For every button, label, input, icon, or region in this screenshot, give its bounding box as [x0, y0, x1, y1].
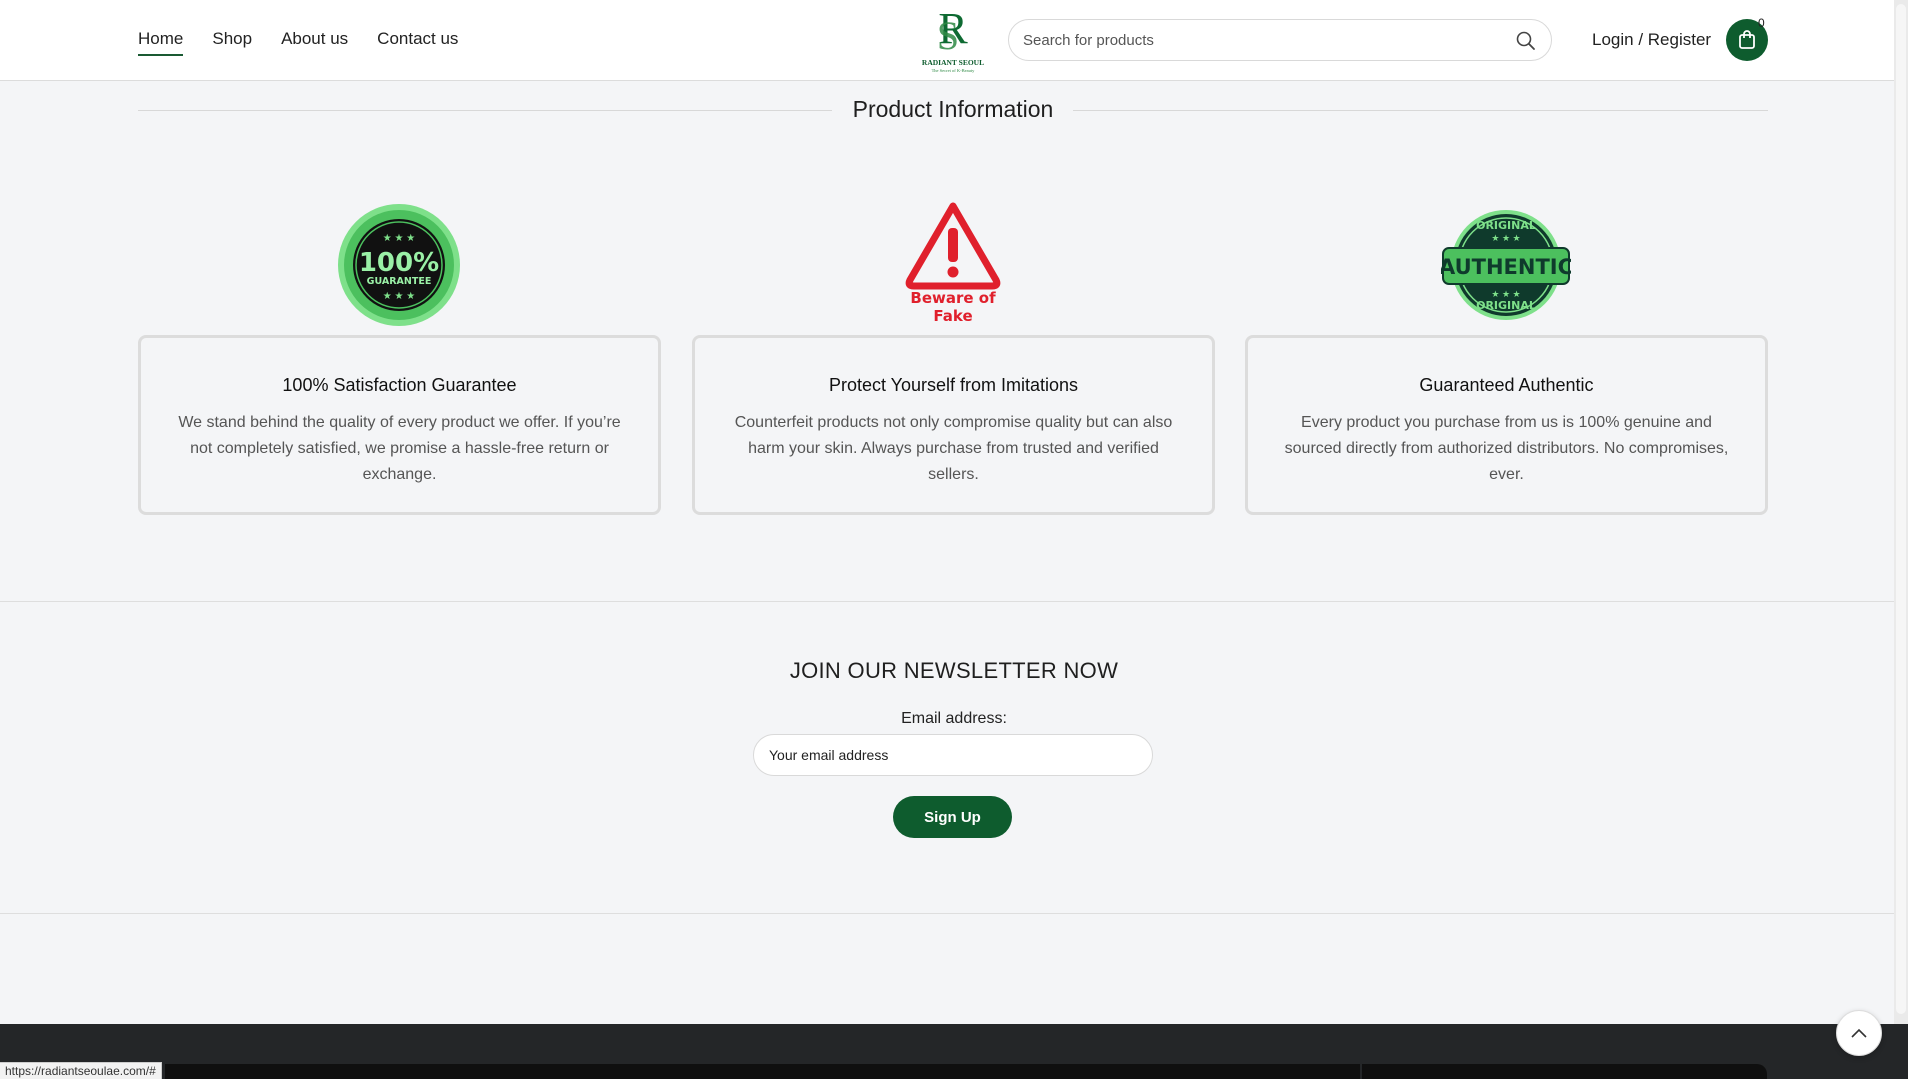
satisfaction-guarantee-card: 100% Satisfaction Guarantee We stand beh… [138, 335, 661, 515]
svg-text:Beware of: Beware of [910, 289, 996, 307]
nav-contact[interactable]: Contact us [377, 28, 458, 56]
card-title: Guaranteed Authentic [1419, 375, 1594, 395]
card-text: We stand behind the quality of every pro… [178, 414, 621, 483]
sign-up-button[interactable]: Sign Up [893, 796, 1012, 838]
site-header: Home Shop About us Contact us R S RADIAN… [0, 0, 1908, 81]
cart-count-badge: 0 [1758, 16, 1765, 30]
nav-home[interactable]: Home [138, 28, 184, 56]
search-input[interactable] [1023, 20, 1493, 60]
newsletter-title: JOIN OUR NEWSLETTER NOW [789, 658, 1119, 683]
radiant-seoul-logo-icon: R S RADIANT SEOUL The Secret of K-Beauty [922, 4, 984, 73]
svg-text:The Secret of K-Beauty: The Secret of K-Beauty [932, 68, 976, 73]
footer-panel [165, 1064, 1360, 1079]
chevron-up-icon [1851, 1028, 1867, 1038]
svg-text:★ ★ ★: ★ ★ ★ [383, 291, 415, 302]
svg-text:★ ★ ★: ★ ★ ★ [383, 233, 415, 244]
product-info-heading: Product Information [138, 96, 1768, 124]
svg-text:S: S [937, 13, 959, 58]
card-text: Counterfeit products not only compromise… [734, 414, 1173, 483]
login-register-link[interactable]: Login / Register [1592, 30, 1711, 50]
site-logo[interactable]: R S RADIANT SEOUL The Secret of K-Beauty [918, 4, 988, 75]
search-icon[interactable] [1515, 30, 1537, 52]
card-title: Protect Yourself from Imitations [828, 375, 1079, 395]
card-title: 100% Satisfaction Guarantee [282, 375, 517, 395]
scroll-to-top-button[interactable] [1836, 1010, 1882, 1056]
guarantee-badge-icon: ★ ★ ★ 100% GUARANTEE ★ ★ ★ [334, 200, 464, 330]
svg-text:Fake: Fake [933, 307, 972, 325]
section-title: Product Information [852, 96, 1054, 122]
beware-fake-badge-icon: Beware of Fake [888, 200, 1018, 330]
status-bar-url: https://radiantseoulae.com/# [0, 1062, 162, 1079]
newsletter-email-input[interactable] [753, 734, 1153, 776]
section-divider [0, 913, 1894, 914]
svg-text:★ ★ ★: ★ ★ ★ [1491, 289, 1520, 299]
main-nav: Home Shop About us Contact us [138, 28, 458, 56]
authentic-badge-icon: ORIGINAL ★ ★ ★ AUTHENTIC ★ ★ ★ ORIGINAL [1439, 200, 1573, 330]
svg-text:ORIGINAL: ORIGINAL [1476, 299, 1536, 312]
svg-text:GUARANTEE: GUARANTEE [367, 276, 432, 287]
card-text: Every product you purchase from us is 10… [1284, 414, 1729, 483]
nav-about[interactable]: About us [281, 28, 348, 56]
svg-text:AUTHENTIC: AUTHENTIC [1441, 255, 1571, 279]
cart-icon [1739, 30, 1755, 49]
scrollbar-thumb[interactable] [1896, 4, 1906, 1014]
authentic-guarantee-card: Guaranteed Authentic Every product you p… [1245, 335, 1768, 515]
site-footer [0, 1024, 1908, 1079]
search-box [1008, 19, 1552, 61]
svg-text:100%: 100% [359, 248, 439, 278]
svg-text:★ ★ ★: ★ ★ ★ [1491, 233, 1520, 243]
svg-text:ORIGINAL: ORIGINAL [1476, 219, 1536, 232]
section-divider [0, 601, 1894, 602]
page-scrollbar[interactable] [1894, 0, 1908, 1024]
email-label: Email address: [901, 710, 1007, 727]
footer-panel [1362, 1064, 1767, 1079]
nav-shop[interactable]: Shop [212, 28, 252, 56]
svg-text:RADIANT SEOUL: RADIANT SEOUL [922, 58, 984, 67]
imitations-warning-card: Protect Yourself from Imitations Counter… [692, 335, 1215, 515]
